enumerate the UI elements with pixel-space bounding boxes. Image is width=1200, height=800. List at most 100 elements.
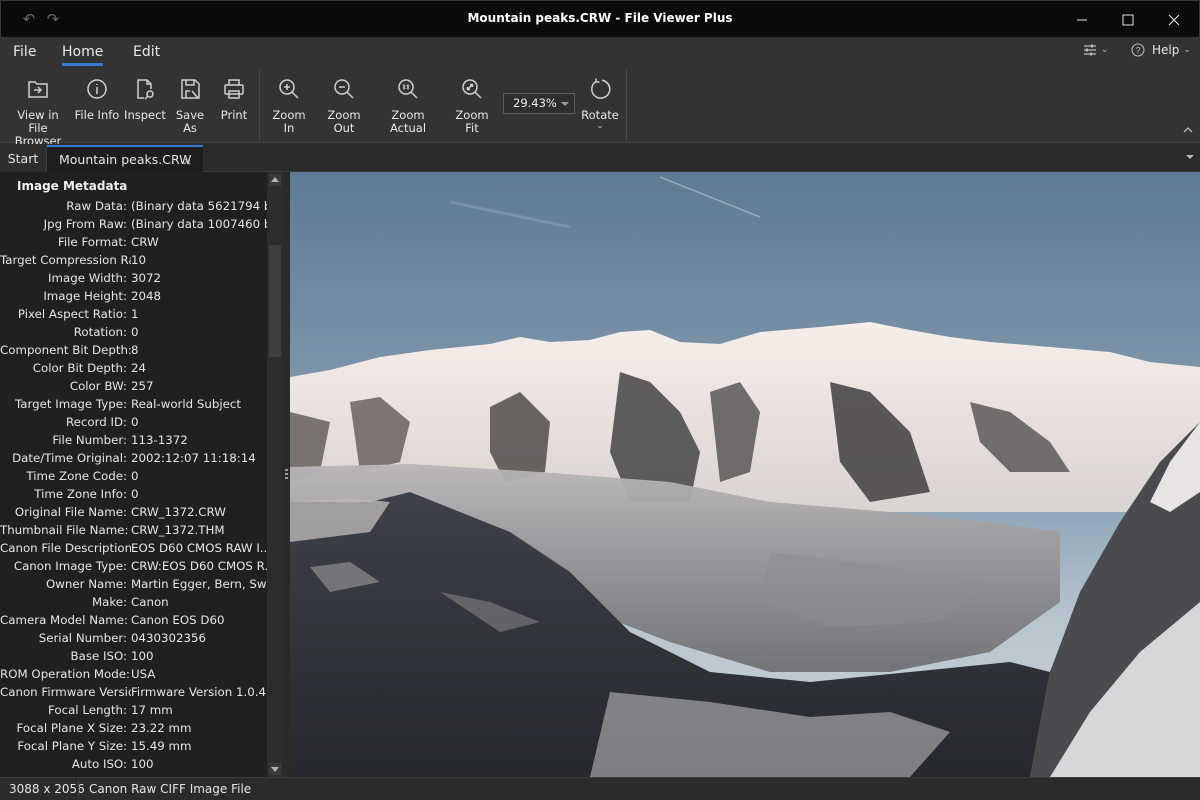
metadata-value: 8 [131, 343, 139, 357]
panel-splitter[interactable] [283, 172, 290, 777]
metadata-key: Time Zone Code: [26, 469, 127, 483]
scroll-down-button[interactable] [269, 763, 281, 775]
metadata-row[interactable]: Base ISO: 100 [0, 647, 267, 665]
menu-home[interactable]: Home [62, 44, 104, 66]
metadata-value: 0430302356 [131, 631, 207, 645]
metadata-value: 0 [131, 469, 139, 483]
image-dimensions: 3088 x 2056 [9, 782, 85, 796]
metadata-row[interactable]: Image Height: 2048 [0, 287, 267, 305]
maximize-button[interactable] [1105, 1, 1151, 38]
zoom-in-button[interactable]: Zoom In [266, 76, 312, 135]
collapse-ribbon-icon[interactable] [1182, 125, 1194, 135]
metadata-row[interactable]: Raw Data: (Binary data 5621794 by... [0, 197, 267, 215]
zoom-level-dropdown[interactable]: 29.43% [503, 93, 575, 114]
zoom-fit-icon [459, 76, 485, 102]
metadata-key: Color Bit Depth: [32, 361, 127, 375]
metadata-list: Raw Data: (Binary data 5621794 by... Jpg F… [0, 197, 267, 773]
print-button[interactable]: Print [218, 76, 250, 122]
zoom-fit-button[interactable]: Zoom Fit [448, 76, 496, 135]
metadata-row[interactable]: File Format: CRW [0, 233, 267, 251]
metadata-row[interactable]: Canon Image Type: CRW:EOS D60 CMOS R... [0, 557, 267, 575]
minimize-button[interactable] [1059, 1, 1105, 38]
metadata-row[interactable]: Time Zone Info: 0 [0, 485, 267, 503]
metadata-row[interactable]: Target Compression Ra...10 [0, 251, 267, 269]
tab-start[interactable]: Start [0, 145, 47, 172]
metadata-row[interactable]: Color BW: 257 [0, 377, 267, 395]
image-viewer[interactable] [290, 172, 1200, 777]
metadata-row[interactable]: Original File Name: CRW_1372.CRW [0, 503, 267, 521]
tab-mountain-peaks-label: Mountain peaks.CRW [59, 152, 192, 167]
metadata-row[interactable]: ROM Operation Mode: USA [0, 665, 267, 683]
metadata-row[interactable]: Canon Firmware Version:Firmware Version … [0, 683, 267, 701]
metadata-row[interactable]: Color Bit Depth: 24 [0, 359, 267, 377]
metadata-key: Camera Model Name: [0, 613, 128, 627]
zoom-actual-icon [395, 76, 421, 102]
metadata-row[interactable]: Image Width: 3072 [0, 269, 267, 287]
metadata-row[interactable]: Jpg From Raw: (Binary data 1007460 by... [0, 215, 267, 233]
rotate-button[interactable]: Rotate ⌄ [580, 76, 620, 131]
metadata-row[interactable]: Date/Time Original: 2002:12:07 11:18:14 [0, 449, 267, 467]
metadata-row[interactable]: Thumbnail File Name: CRW_1372.THM [0, 521, 267, 539]
close-icon [1168, 14, 1180, 25]
metadata-key: Color BW: [69, 379, 127, 393]
metadata-row[interactable]: Focal Plane X Size: 23.22 mm [0, 719, 267, 737]
metadata-row[interactable]: Make: Canon [0, 593, 267, 611]
zoom-actual-button[interactable]: Zoom Actual [376, 76, 440, 135]
metadata-value: 10 [131, 253, 147, 267]
zoom-out-button[interactable]: Zoom Out [316, 76, 372, 135]
zoom-out-label: Zoom Out [327, 108, 361, 135]
metadata-row[interactable]: Serial Number: 0430302356 [0, 629, 267, 647]
metadata-row[interactable]: Focal Length: 17 mm [0, 701, 267, 719]
menu-edit[interactable]: Edit [133, 44, 160, 60]
metadata-key: Owner Name: [45, 577, 127, 591]
rotate-icon [587, 76, 613, 102]
metadata-value: Real-world Subject [131, 397, 242, 411]
file-info-button[interactable]: File Info [74, 76, 120, 122]
scroll-thumb[interactable] [269, 245, 281, 357]
status-divider [78, 780, 79, 798]
close-button[interactable] [1151, 1, 1197, 38]
close-tab-icon[interactable]: × [182, 154, 192, 168]
metadata-value: Martin Egger, Bern, Swi... [131, 577, 267, 591]
dropdown-caret-icon [561, 102, 569, 106]
metadata-row[interactable]: Auto ISO: 100 [0, 755, 267, 773]
tab-list-dropdown-icon[interactable] [1186, 155, 1194, 159]
metadata-row[interactable]: File Number: 113-1372 [0, 431, 267, 449]
metadata-value: CRW_1372.CRW [131, 505, 226, 519]
inspect-icon [132, 76, 158, 102]
metadata-value: CRW:EOS D60 CMOS R... [131, 559, 267, 573]
window-title: Mountain peaks.CRW - File Viewer Plus [467, 11, 733, 25]
printer-icon [221, 76, 247, 102]
view-in-file-browser-button[interactable]: View in File Browser [6, 76, 70, 148]
settings-button[interactable]: ⌄ [1083, 43, 1109, 57]
metadata-scrollbar[interactable] [267, 172, 283, 777]
metadata-row[interactable]: Owner Name: Martin Egger, Bern, Swi... [0, 575, 267, 593]
file-type: Canon Raw CIFF Image File [89, 782, 252, 796]
menu-file[interactable]: File [13, 44, 36, 60]
metadata-row[interactable]: Focal Plane Y Size: 15.49 mm [0, 737, 267, 755]
save-as-button[interactable]: Save As [170, 76, 210, 135]
mountain-photo [290, 172, 1200, 777]
metadata-row[interactable]: Time Zone Code: 0 [0, 467, 267, 485]
tab-mountain-peaks[interactable]: Mountain peaks.CRW × [47, 145, 203, 172]
metadata-row[interactable]: Record ID: 0 [0, 413, 267, 431]
metadata-value: EOS D60 CMOS RAW I... [131, 541, 267, 555]
splitter-grip-icon [285, 469, 288, 480]
maximize-icon [1122, 14, 1134, 25]
scroll-up-button[interactable] [269, 174, 281, 186]
help-button[interactable]: ? Help ⌄ [1131, 43, 1191, 57]
metadata-key: Image Height: [43, 289, 127, 303]
metadata-key: ROM Operation Mode: [0, 667, 130, 681]
metadata-key: Jpg From Raw: [43, 217, 127, 231]
ribbon-separator [626, 69, 627, 141]
metadata-row[interactable]: Canon File Description: EOS D60 CMOS RAW … [0, 539, 267, 557]
metadata-key: Raw Data: [66, 199, 127, 213]
metadata-row[interactable]: Target Image Type: Real-world Subject [0, 395, 267, 413]
metadata-row[interactable]: Camera Model Name: Canon EOS D60 [0, 611, 267, 629]
metadata-row[interactable]: Pixel Aspect Ratio: 1 [0, 305, 267, 323]
metadata-value: 0 [131, 415, 139, 429]
metadata-key: File Format: [57, 235, 127, 249]
inspect-button[interactable]: Inspect [124, 76, 166, 122]
metadata-row[interactable]: Rotation: 0 [0, 323, 267, 341]
metadata-row[interactable]: Component Bit Depth: 8 [0, 341, 267, 359]
